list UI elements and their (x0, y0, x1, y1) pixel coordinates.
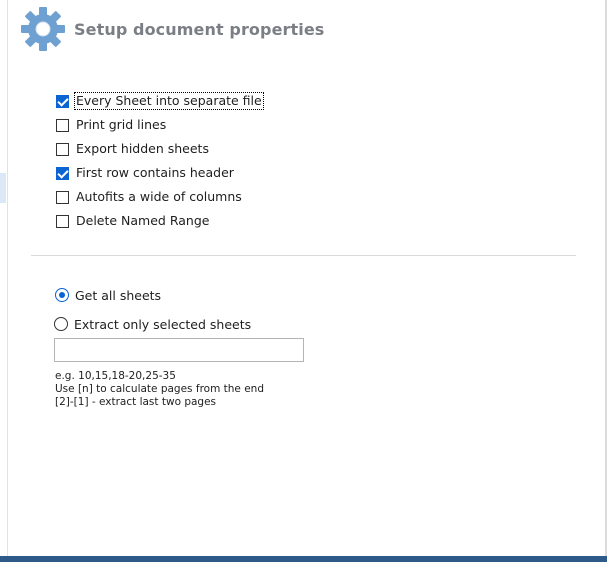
option-label: Autofits a wide of columns (76, 189, 242, 204)
section-divider (31, 255, 576, 256)
option-autofit-columns[interactable]: Autofits a wide of columns (56, 185, 263, 209)
checkbox[interactable] (56, 214, 69, 228)
hint-end-reference: Use [n] to calculate pages from the end (55, 383, 264, 395)
left-panel-edge (0, 0, 8, 556)
page-title: Setup document properties (74, 19, 325, 39)
document-properties-panel: Setup document properties Every Sheet in… (0, 0, 607, 562)
radio-button-selected[interactable] (55, 288, 69, 302)
option-every-sheet-separate-file[interactable]: Every Sheet into separate file (56, 89, 264, 113)
option-label: Export hidden sheets (76, 141, 209, 156)
checkbox-checked[interactable] (56, 166, 69, 180)
radio-label: Extract only selected sheets (74, 316, 252, 332)
bottom-status-bar (0, 556, 607, 562)
checkbox[interactable] (56, 190, 69, 204)
left-panel-selection (0, 173, 6, 203)
radio-get-all-sheets[interactable]: Get all sheets (55, 286, 251, 304)
checkbox-checked[interactable] (56, 94, 69, 108)
option-export-hidden-sheets[interactable]: Export hidden sheets (56, 137, 263, 161)
hint-example: e.g. 10,15,18-20,25-35 (55, 370, 176, 382)
option-label: First row contains header (76, 165, 234, 180)
range-hints: e.g. 10,15,18-20,25-35 Use [n] to calcul… (55, 370, 264, 409)
panel-header: Setup document properties (20, 6, 324, 52)
option-label: Delete Named Range (76, 213, 210, 228)
option-first-row-header[interactable]: First row contains header (56, 161, 263, 185)
option-delete-named-range[interactable]: Delete Named Range (56, 209, 263, 233)
option-print-grid-lines[interactable]: Print grid lines (56, 113, 263, 137)
checkbox[interactable] (56, 118, 69, 132)
options-list: Every Sheet into separate file Print gri… (56, 89, 264, 233)
radio-extract-selected-sheets[interactable]: Extract only selected sheets (54, 315, 251, 333)
radio-label: Get all sheets (75, 287, 162, 303)
option-label: Print grid lines (76, 117, 167, 132)
checkbox[interactable] (56, 142, 69, 156)
option-label: Every Sheet into separate file (74, 92, 264, 110)
sheet-range-input[interactable] (54, 338, 304, 362)
hint-last-two-pages: [2]-[1] - extract last two pages (55, 396, 217, 408)
radio-button[interactable] (54, 317, 68, 331)
gear-icon (21, 7, 65, 51)
sheet-selection-group: Get all sheets Extract only selected she… (54, 286, 251, 333)
